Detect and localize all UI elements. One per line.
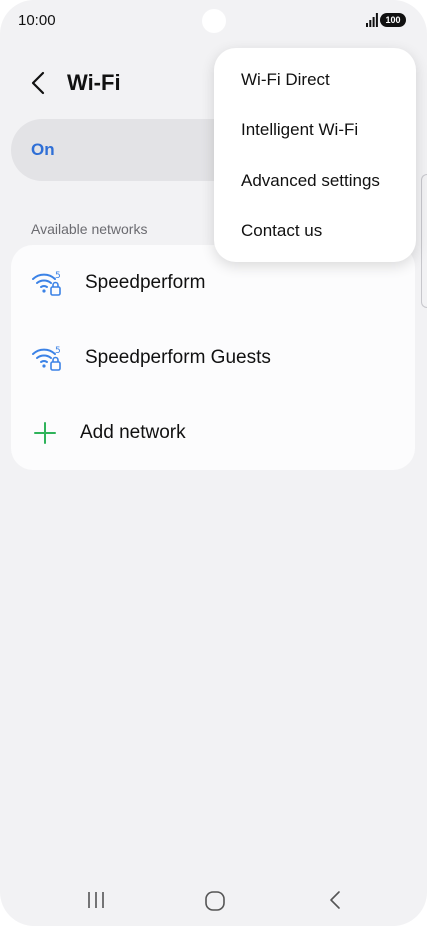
- scroll-handle[interactable]: [421, 174, 427, 308]
- status-bar: 10:00 100: [0, 0, 427, 42]
- navigation-bar: [0, 876, 427, 926]
- signal-icon: [366, 13, 378, 27]
- network-name: Speedperform: [85, 272, 206, 293]
- front-camera: [202, 9, 226, 33]
- page-title: Wi-Fi: [67, 70, 121, 95]
- status-time: 10:00: [18, 12, 56, 29]
- battery-icon: 100: [380, 13, 406, 27]
- menu-item-wifi-direct[interactable]: Wi-Fi Direct: [241, 70, 330, 90]
- overflow-menu: Wi-Fi Direct Intelligent Wi-Fi Advanced …: [214, 48, 416, 262]
- phone-screen: 10:00 100 Wi-Fi On Available networks 5 …: [0, 0, 427, 926]
- wifi-5ghz-locked-icon: 5: [32, 346, 61, 371]
- menu-item-advanced-settings[interactable]: Advanced settings: [241, 171, 380, 191]
- network-name: Speedperform Guests: [85, 347, 271, 368]
- network-item-speedperform-guests[interactable]: 5 Speedperform Guests: [11, 320, 415, 395]
- add-network-label: Add network: [80, 422, 186, 443]
- available-networks-label: Available networks: [31, 221, 148, 237]
- plus-icon: [34, 422, 56, 444]
- wifi-5ghz-locked-icon: 5: [32, 271, 61, 296]
- back-arrow-icon[interactable]: [28, 70, 50, 96]
- svg-text:5: 5: [55, 271, 61, 281]
- recent-apps-icon[interactable]: [86, 890, 106, 910]
- home-icon[interactable]: [204, 890, 226, 912]
- networks-list: 5 Speedperform 5 Speedperform Guests Add…: [11, 245, 415, 470]
- back-icon[interactable]: [326, 890, 344, 910]
- menu-item-intelligent-wifi[interactable]: Intelligent Wi-Fi: [241, 120, 358, 140]
- add-network-button[interactable]: Add network: [11, 395, 415, 470]
- svg-text:5: 5: [55, 346, 61, 356]
- menu-item-contact-us[interactable]: Contact us: [241, 221, 322, 241]
- wifi-toggle-label: On: [31, 140, 55, 159]
